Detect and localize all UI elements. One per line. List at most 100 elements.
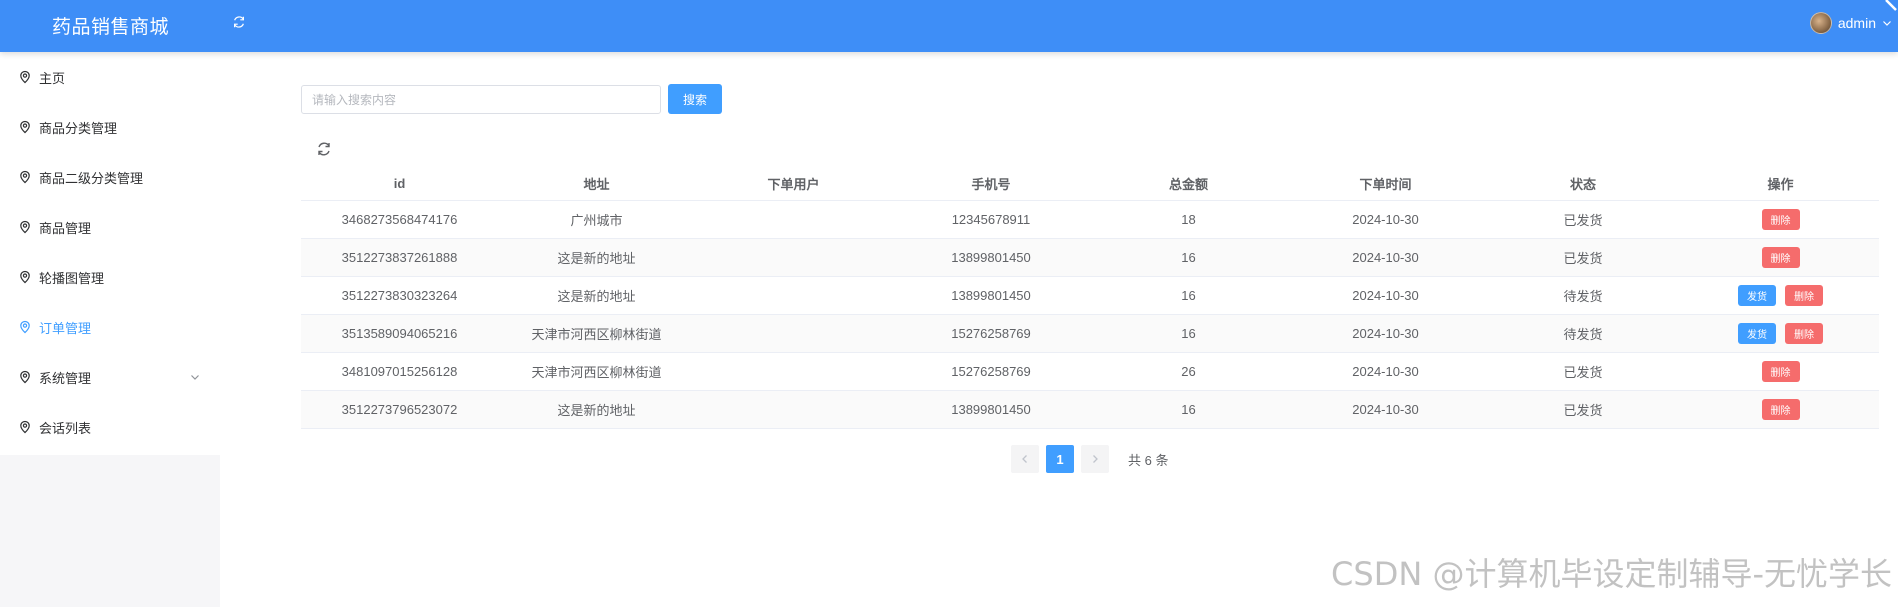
column-header: 状态 <box>1569 177 1596 192</box>
status-cell: 已发货 <box>1563 365 1603 380</box>
total-cell: 16 <box>1181 250 1196 265</box>
address-cell: 这是新的地址 <box>557 403 636 418</box>
location-pin-icon <box>20 220 30 234</box>
sidebar-item-label: 会话列表 <box>39 420 92 436</box>
status-cell: 已发货 <box>1563 213 1603 228</box>
order-id-cell: 3513589094065216 <box>341 326 458 341</box>
status-cell: 待发货 <box>1563 327 1603 342</box>
order-id-cell: 3468273568474176 <box>341 212 458 227</box>
order-id-cell: 3512273837261888 <box>341 250 458 265</box>
table-row: 3481097015256128 天津市河西区柳林街道 15276258769 26 2… <box>301 353 1879 391</box>
status-cell: 已发货 <box>1563 251 1603 266</box>
actions-cell: 删除 <box>1682 247 1879 268</box>
refresh-icon[interactable] <box>316 141 332 157</box>
address-cell: 这是新的地址 <box>557 251 636 266</box>
order-id-cell: 3512273796523072 <box>341 402 458 417</box>
chevron-down-icon[interactable] <box>1882 18 1892 28</box>
location-pin-icon <box>20 420 30 434</box>
table-row: 3512273830323264 这是新的地址 13899801450 16 2024-… <box>301 277 1879 315</box>
column-header: 下单时间 <box>1359 177 1412 192</box>
prev-page-button[interactable] <box>1011 445 1039 473</box>
column-header: 操作 <box>1767 177 1794 192</box>
sidebar-item[interactable]: 会话列表 <box>0 402 220 452</box>
order-id-cell: 3481097015256128 <box>341 364 458 379</box>
table-body: 3468273568474176 广州城市 12345678911 18 2024-10… <box>301 201 1879 429</box>
column-header: 总金额 <box>1168 177 1208 192</box>
delete-button[interactable]: 删除 <box>1761 247 1800 268</box>
sidebar: 主页商品分类管理商品二级分类管理 商品管理轮播图管理订单管理系统管理会话列表 <box>0 52 220 607</box>
sidebar-item[interactable]: 订单管理 <box>0 302 220 352</box>
delete-button[interactable]: 删除 <box>1761 361 1800 382</box>
table-row: 3512273837261888 这是新的地址 13899801450 16 2024-… <box>301 239 1879 277</box>
search-input[interactable] <box>301 85 661 114</box>
sidebar-item-label: 轮播图管理 <box>39 270 105 286</box>
next-page-button[interactable] <box>1081 445 1109 473</box>
search-button[interactable]: 搜索 <box>668 84 722 114</box>
sidebar-item[interactable]: 商品管理 <box>0 202 220 252</box>
sidebar-item-label: 主页 <box>39 70 66 86</box>
location-pin-icon <box>20 320 30 334</box>
address-cell: 这是新的地址 <box>557 289 636 304</box>
address-cell: 天津市河西区柳林街道 <box>531 365 662 380</box>
column-header: id <box>393 176 406 191</box>
chevron-right-icon <box>1093 455 1098 463</box>
time-cell: 2024-10-30 <box>1352 212 1419 227</box>
time-cell: 2024-10-30 <box>1352 364 1419 379</box>
sidebar-item-label: 系统管理 <box>39 370 92 386</box>
top-header: 药品销售商城 admin <box>0 0 1898 52</box>
phone-cell: 13899801450 <box>951 288 1031 303</box>
sidebar-item[interactable]: 商品分类管理 <box>0 102 220 152</box>
delete-button[interactable]: 删除 <box>1785 323 1823 344</box>
chevron-left-icon <box>1022 455 1027 463</box>
ship-button[interactable]: 发货 <box>1738 285 1776 306</box>
column-header: 地址 <box>583 177 610 192</box>
phone-cell: 13899801450 <box>951 250 1031 265</box>
delete-button[interactable]: 删除 <box>1761 399 1800 420</box>
time-cell: 2024-10-30 <box>1352 288 1419 303</box>
username[interactable]: admin <box>1838 15 1876 31</box>
sidebar-item[interactable]: 系统管理 <box>0 352 220 402</box>
delete-button[interactable]: 删除 <box>1785 285 1823 306</box>
status-cell: 已发货 <box>1563 403 1603 418</box>
phone-cell: 15276258769 <box>951 364 1031 379</box>
user-menu[interactable]: admin <box>1809 12 1898 34</box>
total-cell: 18 <box>1181 212 1196 227</box>
chevron-down-icon[interactable] <box>190 372 200 382</box>
sidebar-item-label: 商品二级分类管理 <box>39 170 144 186</box>
sidebar-item[interactable]: 商品二级分类管理 <box>0 152 220 202</box>
total-cell: 26 <box>1181 364 1196 379</box>
avatar[interactable] <box>1809 12 1832 34</box>
page-number-button[interactable]: 1 <box>1046 445 1074 473</box>
app-title: 药品销售商城 <box>52 17 170 38</box>
ship-button[interactable]: 发货 <box>1738 323 1776 344</box>
sidebar-item[interactable]: 轮播图管理 <box>0 252 220 302</box>
actions-cell: 删除 <box>1682 209 1879 230</box>
address-cell: 广州城市 <box>570 213 623 228</box>
phone-cell: 13899801450 <box>951 402 1031 417</box>
column-header: 下单用户 <box>767 177 820 192</box>
pagination: 1 共 6 条 <box>1011 445 1168 473</box>
total-cell: 16 <box>1181 288 1196 303</box>
total-cell: 16 <box>1181 402 1196 417</box>
location-pin-icon <box>20 270 30 284</box>
actions-cell: 发货 删除 <box>1682 285 1879 306</box>
table-row: 3512273796523072 这是新的地址 13899801450 16 2024-… <box>301 391 1879 429</box>
location-pin-icon <box>20 370 30 384</box>
main-content: 搜索 id 地址 下单用户 手机号 总金额 下单时间 状态 操作 34682735684741… <box>220 52 1898 607</box>
sidebar-item-label: 商品管理 <box>39 220 92 236</box>
corner-decoration-icon <box>1885 0 1897 11</box>
order-id-cell: 3512273830323264 <box>341 288 458 303</box>
location-pin-icon <box>20 70 30 84</box>
refresh-icon[interactable] <box>232 15 246 29</box>
total-cell: 16 <box>1181 326 1196 341</box>
status-cell: 待发货 <box>1563 289 1603 304</box>
actions-cell: 删除 <box>1682 361 1879 382</box>
time-cell: 2024-10-30 <box>1352 402 1419 417</box>
sidebar-item[interactable]: 主页 <box>0 52 220 102</box>
actions-cell: 发货 删除 <box>1682 323 1879 344</box>
column-header: 手机号 <box>971 177 1011 192</box>
sidebar-item-label: 订单管理 <box>39 320 92 336</box>
table-header-row: id 地址 下单用户 手机号 总金额 下单时间 状态 操作 <box>301 167 1879 201</box>
table-row: 3513589094065216 天津市河西区柳林街道 15276258769 16 2… <box>301 315 1879 353</box>
delete-button[interactable]: 删除 <box>1761 209 1800 230</box>
